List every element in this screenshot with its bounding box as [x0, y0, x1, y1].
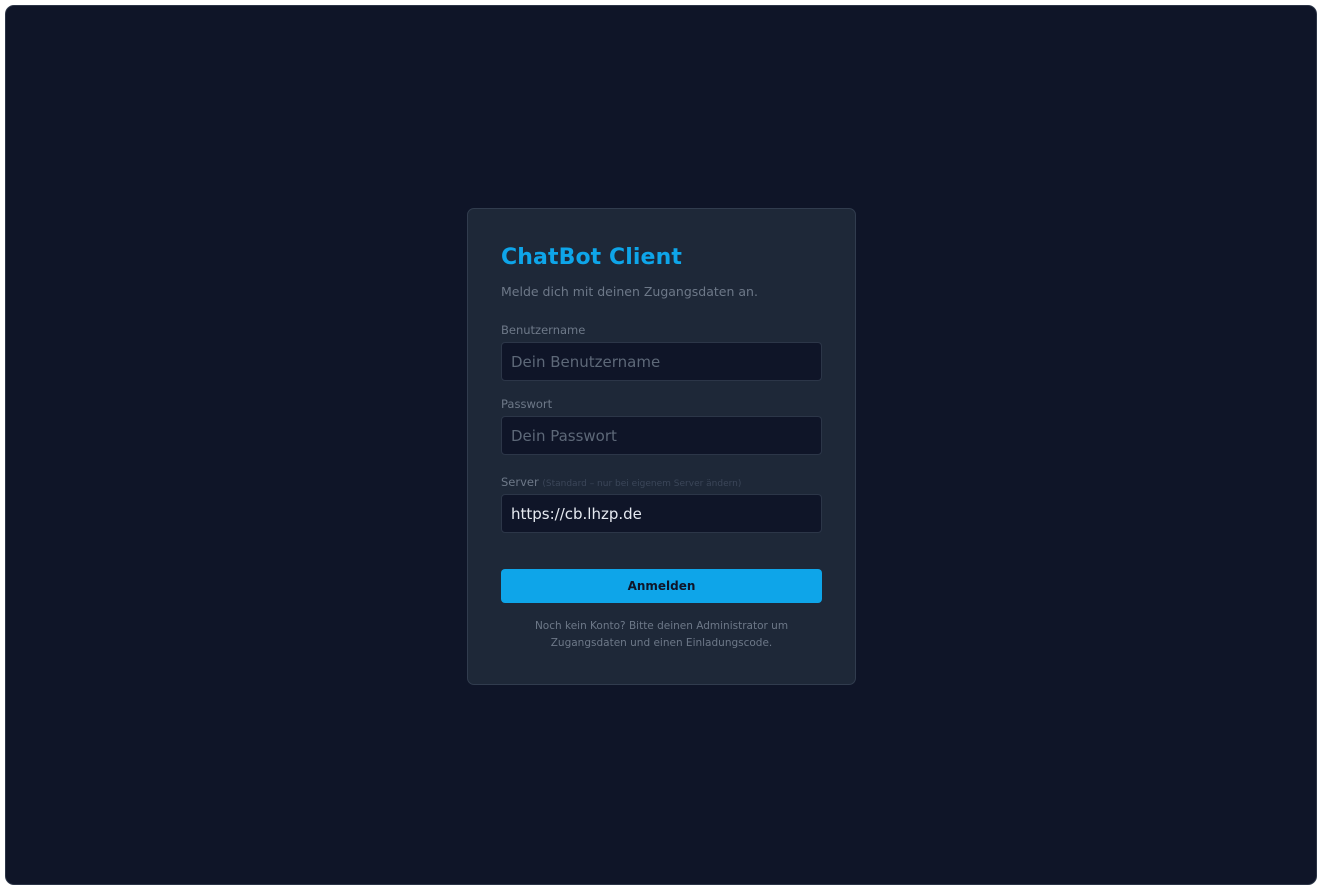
server-hint: (Standard – nur bei eigenem Server änder…: [542, 479, 742, 489]
login-card: ChatBot Client Melde dich mit deinen Zug…: [467, 208, 856, 685]
app-window: ChatBot Client Melde dich mit deinen Zug…: [5, 5, 1317, 885]
username-label: Benutzername: [501, 323, 586, 337]
server-input[interactable]: [501, 494, 822, 533]
server-label: Server: [501, 475, 539, 489]
no-account-note-line2: Zugangsdaten und einen Einladungscode.: [550, 637, 773, 649]
password-label: Passwort: [501, 397, 553, 411]
login-subtitle: Melde dich mit deinen Zugangsdaten an.: [501, 284, 758, 299]
no-account-note: Noch kein Konto? Bitte deinen Administra…: [501, 618, 822, 652]
server-label-row: Server (Standard – nur bei eigenem Serve…: [501, 475, 741, 489]
login-button[interactable]: Anmelden: [501, 569, 822, 603]
app-title: ChatBot Client: [501, 245, 682, 270]
no-account-note-line1: Noch kein Konto? Bitte deinen Administra…: [534, 620, 789, 632]
password-input[interactable]: [501, 416, 822, 455]
username-input[interactable]: [501, 342, 822, 381]
